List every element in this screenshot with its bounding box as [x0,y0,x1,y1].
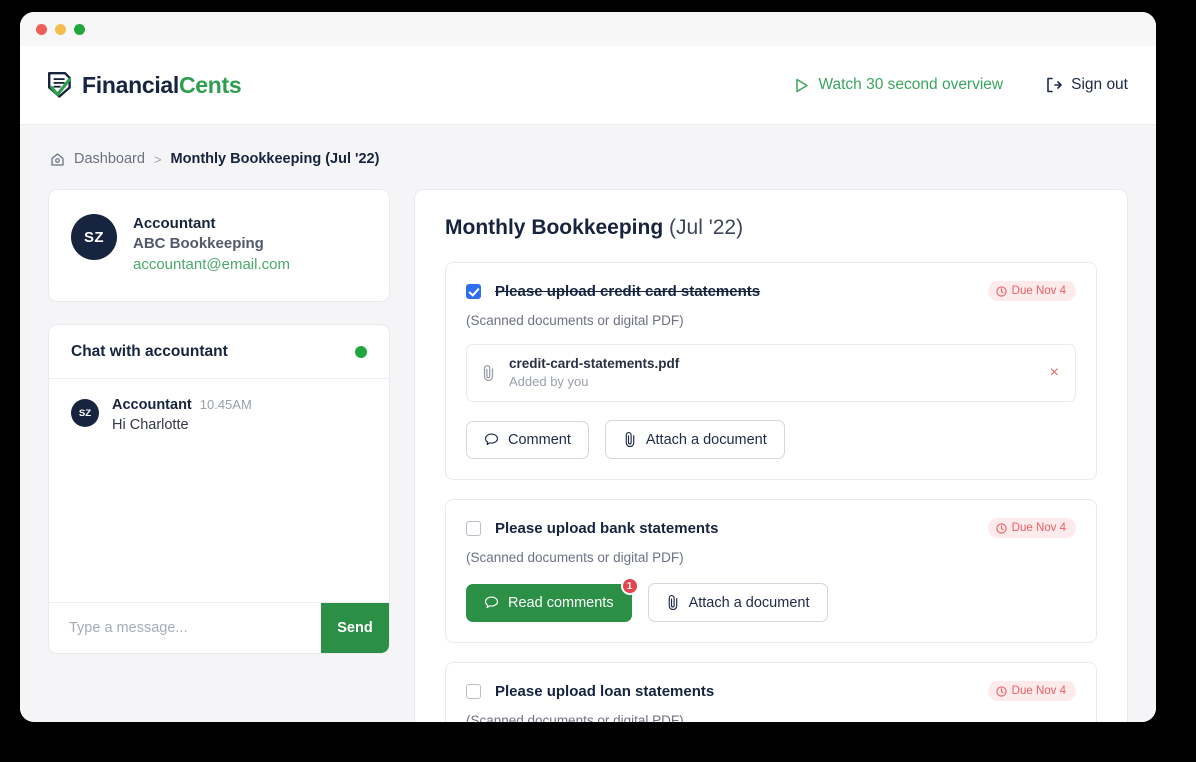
header-actions: Watch 30 second overview Sign out [795,76,1128,94]
logo-text-green: Cents [179,71,242,98]
clock-icon [996,685,1007,697]
due-date-badge: Due Nov 4 [987,518,1076,538]
breadcrumb-dashboard-link[interactable]: Dashboard [74,151,145,167]
paperclip-icon [623,431,637,448]
chat-header: Chat with accountant [49,325,389,379]
main-content: Monthly Bookkeeping (Jul '22) Please upl… [414,189,1128,722]
due-date-label: Due Nov 4 [1011,685,1066,697]
task-subtitle: (Scanned documents or digital PDF) [466,550,684,565]
task-checkbox[interactable] [466,283,481,299]
message-time: 10.45AM [199,397,252,412]
breadcrumb-separator: > [153,151,162,167]
chat-title: Chat with accountant [71,342,228,360]
task-item: Please upload loan statements Due Nov 4 [445,662,1097,722]
clock-icon [996,522,1007,534]
paperclip-icon [666,594,680,611]
window-titlebar [20,12,1156,46]
content-columns: SZ Accountant ABC Bookkeeping accountant… [48,189,1128,722]
comment-icon [484,595,499,610]
profile-name: Accountant [133,215,216,232]
profile-company: ABC Bookkeeping [133,234,264,252]
task-checkbox[interactable] [466,520,481,536]
read-comments-button-label: Read comments [508,594,614,611]
task-checkbox[interactable] [466,683,481,699]
accountant-profile-card: SZ Accountant ABC Bookkeeping accountant… [48,189,390,302]
send-button[interactable]: Send [321,603,389,653]
logo-text: FinancialCents [82,71,242,99]
play-icon [795,78,809,93]
due-date-label: Due Nov 4 [1011,522,1066,534]
task-item: Please upload bank statements Due Nov 4 [445,499,1097,643]
profile-email[interactable]: accountant@email.com [133,255,290,275]
message-avatar: SZ [71,399,99,427]
attachment-row: credit-card-statements.pdf Added by you … [466,344,1076,402]
page-body: Dashboard > Monthly Bookkeeping (Jul '22… [20,125,1156,722]
comment-button[interactable]: Comment [466,420,589,459]
chat-messages: SZ Accountant 10.45AM Hi Charlotte [49,379,389,602]
attach-document-button-label: Attach a document [645,431,767,448]
shield-check-logo-icon [46,70,73,100]
left-sidebar: SZ Accountant ABC Bookkeeping accountant… [48,189,390,654]
remove-attachment-icon[interactable]: × [1050,364,1059,381]
page-title-bold: Monthly Bookkeeping [445,216,664,239]
task-label: Please upload loan statements [495,682,715,700]
read-comments-button[interactable]: Read comments 1 [466,576,639,622]
sign-out-link[interactable]: Sign out [1045,76,1128,94]
page-title-period: (Jul '22) [669,216,744,239]
task-subtitle: (Scanned documents or digital PDF) [466,713,684,722]
comment-icon [484,432,499,447]
message-author: Accountant [112,397,192,413]
attachment-meta: Added by you [509,374,589,389]
page-title: Monthly Bookkeeping (Jul '22) [445,216,1097,240]
due-date-badge: Due Nov 4 [987,281,1076,301]
breadcrumb: Dashboard > Monthly Bookkeeping (Jul '22… [50,151,1128,167]
task-item: Please upload credit card statements Due… [445,262,1097,480]
app-header: FinancialCents Watch 30 second overview [20,46,1156,125]
close-window-button[interactable] [36,23,47,35]
message-input[interactable] [49,603,321,653]
online-status-dot [355,345,367,358]
clock-icon [996,285,1007,297]
paperclip-icon [481,364,496,382]
maximize-window-button[interactable] [74,23,85,35]
app-window: FinancialCents Watch 30 second overview [20,12,1156,722]
logo[interactable]: FinancialCents [46,70,242,100]
due-date-badge: Due Nov 4 [987,681,1076,701]
attachment-filename[interactable]: credit-card-statements.pdf [509,356,679,371]
watch-overview-label: Watch 30 second overview [818,76,1004,93]
sign-out-icon [1045,77,1062,93]
chat-input-row: Send [49,602,389,653]
comment-button-label: Comment [508,431,571,448]
attach-document-button-label: Attach a document [688,594,810,611]
sign-out-label: Sign out [1071,76,1128,93]
avatar: SZ [71,214,117,260]
comment-count-badge: 1 [620,576,639,595]
task-actions: Comment Attach a document [466,420,1076,459]
home-icon [50,152,65,167]
task-list-card: Monthly Bookkeeping (Jul '22) Please upl… [414,189,1128,722]
chat-message: SZ Accountant 10.45AM Hi Charlotte [71,397,367,433]
attach-document-button[interactable]: Attach a document [647,583,828,622]
logo-text-dark: Financial [82,71,179,98]
task-label: Please upload credit card statements [495,282,761,300]
due-date-label: Due Nov 4 [1011,285,1066,297]
minimize-window-button[interactable] [55,23,66,35]
chat-panel: Chat with accountant SZ Accountant 10.45… [48,324,390,654]
task-subtitle: (Scanned documents or digital PDF) [466,313,684,328]
attach-document-button[interactable]: Attach a document [604,420,785,459]
message-text: Hi Charlotte [112,417,189,433]
task-label: Please upload bank statements [495,519,719,537]
task-actions: Read comments 1 Attach a document [466,576,1076,622]
breadcrumb-current: Monthly Bookkeeping (Jul '22) [170,151,380,167]
watch-overview-link[interactable]: Watch 30 second overview [795,76,1003,94]
